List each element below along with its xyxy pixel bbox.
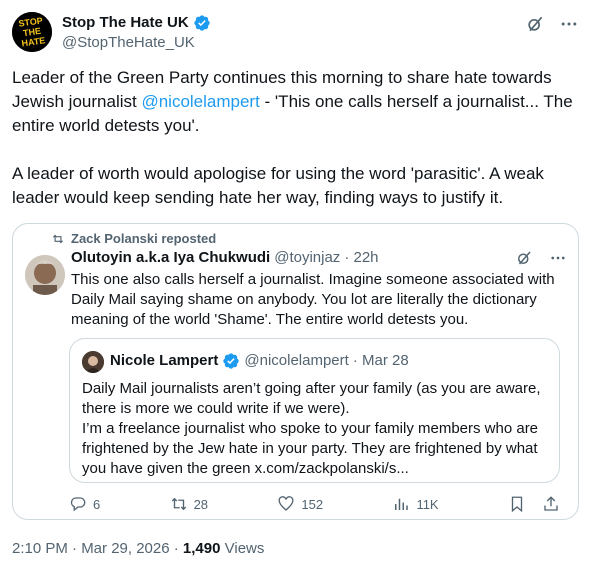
share-button[interactable]: [542, 495, 560, 513]
nested-author-avatar[interactable]: [82, 351, 104, 373]
views-count: 11K: [416, 496, 439, 512]
verified-badge-icon: [193, 14, 211, 32]
quote-metrics: 6 28 152 11K: [69, 495, 560, 513]
tweet-views-label: Views: [220, 540, 265, 557]
grok-icon[interactable]: [525, 14, 545, 34]
nested-text: Daily Mail journalists aren’t going afte…: [82, 379, 552, 479]
quote-author-avatar[interactable]: [25, 255, 65, 295]
tweet-text: Leader of the Green Party continues this…: [12, 66, 579, 210]
analytics-icon: [395, 498, 409, 510]
repost-icon: [171, 497, 186, 511]
tweet-timestamp[interactable]: 2:10 PM · Mar 29, 2026 ·: [12, 540, 183, 557]
like-button[interactable]: 152: [277, 495, 323, 513]
repost-button[interactable]: 28: [170, 495, 208, 513]
quoted-tweet[interactable]: Zack Polanski reposted Olutoyin a.k.a Iy…: [12, 223, 579, 520]
repost-count: 28: [193, 496, 209, 512]
tweet-paragraph-1: Leader of the Green Party continues this…: [12, 66, 579, 138]
tweet-footer: 2:10 PM · Mar 29, 2026 · 1,490 Views: [12, 539, 264, 559]
stop-the-hate-logo: STOP THE HATE: [12, 12, 52, 52]
more-options-icon[interactable]: [559, 14, 579, 34]
bookmark-button[interactable]: [508, 495, 526, 513]
like-count: 152: [301, 496, 324, 512]
reposted-by-text[interactable]: Zack Polanski reposted: [71, 231, 216, 246]
bookmark-icon: [511, 496, 523, 513]
quote-author-name[interactable]: Olutoyin a.k.a Iya Chukwudi: [71, 248, 270, 268]
views-button[interactable]: 11K: [392, 495, 439, 513]
nested-quoted-tweet[interactable]: Nicole Lampert @nicolelampert · Mar 28 D…: [69, 338, 560, 483]
repost-icon: [52, 234, 64, 243]
tweet-paragraph-2: A leader of worth would apologise for us…: [12, 164, 544, 207]
heart-icon: [278, 496, 294, 511]
reply-icon: [70, 497, 86, 512]
nested-text-line-1: Daily Mail journalists aren’t going afte…: [82, 380, 541, 417]
nested-author-handle[interactable]: @nicolelampert: [244, 351, 348, 371]
mention-link[interactable]: @nicolelampert: [141, 92, 259, 111]
tweet-views-count: 1,490: [182, 540, 221, 557]
quote-time[interactable]: · 22h: [344, 248, 378, 268]
tweet-header: STOP THE HATE Stop The Hate UK @StopTheH…: [12, 12, 579, 54]
reply-button[interactable]: 6: [69, 495, 100, 513]
grok-icon[interactable]: [514, 248, 534, 268]
verified-badge-icon: [222, 352, 240, 370]
quote-text: This one also calls herself a journalist…: [71, 271, 555, 328]
author-avatar[interactable]: STOP THE HATE: [12, 12, 52, 52]
share-icon: [544, 496, 558, 511]
nested-author-name[interactable]: Nicole Lampert: [110, 351, 218, 371]
nested-text-line-2: I’m a freelance journalist who spoke to …: [82, 420, 539, 477]
more-options-icon[interactable]: [548, 248, 568, 268]
author-handle[interactable]: @StopTheHate_UK: [62, 33, 211, 53]
reposted-label: Zack Polanski reposted: [51, 231, 216, 246]
reply-count: 6: [93, 496, 101, 512]
nested-time[interactable]: · Mar 28: [353, 351, 409, 371]
quote-author-handle[interactable]: @toyinjaz: [274, 248, 340, 268]
author-name[interactable]: Stop The Hate UK: [62, 13, 189, 33]
